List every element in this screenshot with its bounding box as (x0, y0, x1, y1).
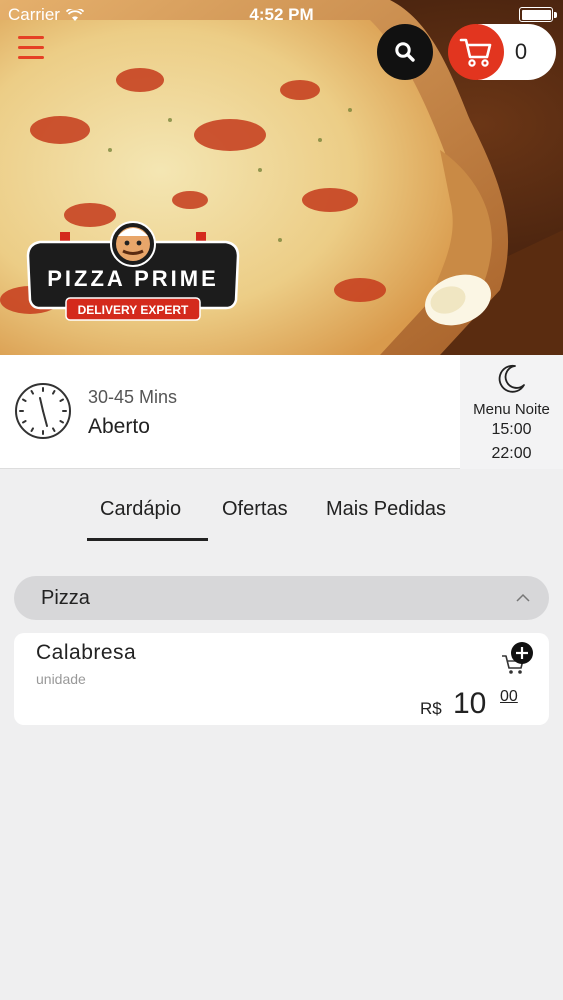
menu-schedule: Menu Noite 15:00 22:00 (460, 355, 563, 469)
menu-close-time: 22:00 (491, 445, 532, 462)
moon-icon (498, 364, 525, 393)
active-tab-indicator (87, 538, 208, 541)
price-integer: 10 (453, 687, 487, 720)
category-header[interactable]: Pizza (14, 576, 549, 620)
logo-subtitle: DELIVERY EXPERT (77, 303, 189, 317)
chevron-up-icon (516, 593, 530, 602)
tab-ofertas[interactable]: Ofertas (222, 498, 288, 521)
cart-button[interactable] (448, 24, 504, 80)
cart-icon (459, 38, 492, 67)
store-status: Aberto (88, 415, 150, 438)
add-to-cart-icon[interactable] (500, 641, 536, 677)
product-name: Calabresa (36, 641, 137, 664)
brand-logo: PIZZA PRIME DELIVERY EXPERT (22, 218, 244, 328)
product-unit: unidade (36, 671, 86, 687)
search-icon (395, 42, 415, 62)
price-cents: 00 (500, 688, 518, 705)
logo-title: PIZZA PRIME (47, 266, 219, 291)
category-name: Pizza (41, 587, 90, 609)
cart-count[interactable]: 0 (506, 24, 536, 80)
price-currency: R$ (420, 699, 442, 718)
menu-tabs: Cardápio Ofertas Mais Pedidas (0, 470, 563, 542)
delivery-time: 30-45 Mins (88, 387, 178, 407)
tab-mais-pedidas[interactable]: Mais Pedidas (326, 498, 446, 521)
menu-open-time: 15:00 (491, 421, 532, 438)
product-price: R$ 10 00 (420, 687, 540, 721)
menu-schedule-label: Menu Noite (473, 401, 550, 418)
product-card[interactable]: Calabresa unidade R$ 10 00 (14, 633, 549, 725)
tab-cardapio[interactable]: Cardápio (100, 498, 181, 521)
status-bar: Carrier 4:52 PM (0, 0, 563, 30)
hero-banner: Carrier 4:52 PM 0 PIZZA PRIME DELIVERY E… (0, 0, 563, 355)
clock-icon (15, 383, 71, 439)
menu-icon[interactable] (18, 36, 48, 66)
battery-icon (519, 7, 557, 22)
search-button[interactable] (377, 24, 433, 80)
store-info: 30-45 Mins Aberto Menu Noite 15:00 22:00 (0, 355, 563, 469)
status-time: 4:52 PM (249, 5, 314, 24)
